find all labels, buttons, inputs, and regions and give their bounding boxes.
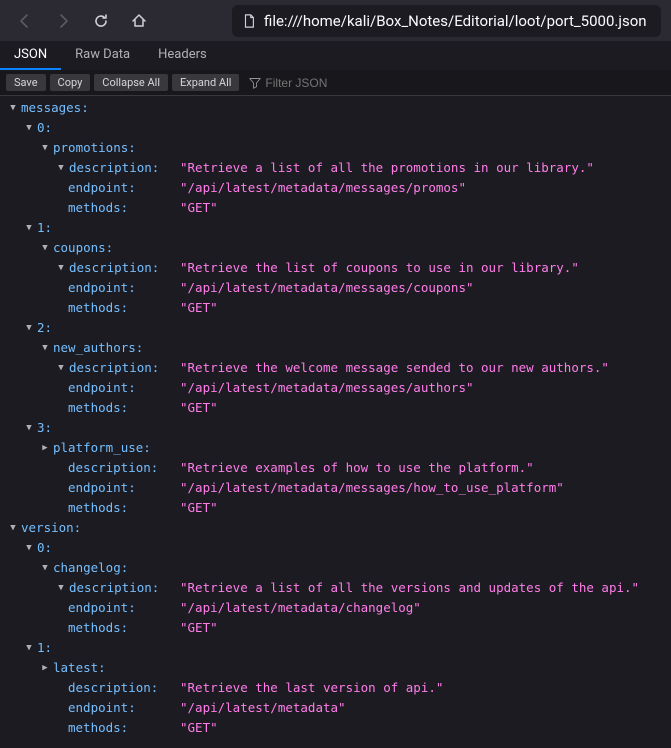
tree-node-index[interactable]: ▼2: [0,318,671,338]
json-value: "/api/latest/metadata/changelog" [168,598,421,618]
json-value: "Retrieve the welcome message sended to … [168,358,609,378]
tree-node-methods[interactable]: methods:"GET" [0,198,671,218]
tree-node-description[interactable]: ▼description:"Retrieve the welcome messa… [0,358,671,378]
tree-node-description[interactable]: description:"Retrieve the last version o… [0,678,671,698]
tab-raw-data[interactable]: Raw Data [61,41,144,70]
tree-node-description[interactable]: ▼description:"Retrieve a list of all the… [0,578,671,598]
collapse-all-button[interactable]: Collapse All [94,74,168,91]
tree-node-description[interactable]: description:"Retrieve examples of how to… [0,458,671,478]
tab-json[interactable]: JSON [0,41,61,70]
tree-node-messages[interactable]: ▼messages: [0,98,671,118]
json-value: "/api/latest/metadata/messages/coupons" [168,278,474,298]
triangle-down-icon: ▼ [24,418,34,438]
funnel-icon [249,77,261,89]
triangle-down-icon: ▼ [40,338,50,358]
json-value: "/api/latest/metadata" [168,698,346,718]
tree-node-coupons[interactable]: ▼coupons: [0,238,671,258]
viewer-tabs: JSON Raw Data Headers [0,41,671,70]
copy-button[interactable]: Copy [50,74,91,91]
triangle-down-icon: ▼ [40,138,50,158]
tree-node-endpoint[interactable]: endpoint:"/api/latest/metadata/messages/… [0,378,671,398]
tree-node-index[interactable]: ▼1: [0,638,671,658]
browser-toolbar: file:///home/kali/Box_Notes/Editorial/lo… [0,0,671,41]
tree-node-new-authors[interactable]: ▼new_authors: [0,338,671,358]
json-tree: ▼messages: ▼0: ▼promotions: ▼description… [0,96,671,748]
triangle-down-icon: ▼ [56,578,66,598]
json-value: "Retrieve the list of coupons to use in … [168,258,579,278]
json-value: "GET" [168,398,218,418]
tab-headers[interactable]: Headers [144,41,221,70]
triangle-down-icon: ▼ [56,158,66,178]
triangle-down-icon: ▼ [24,218,34,238]
tree-node-endpoint[interactable]: endpoint:"/api/latest/metadata/messages/… [0,178,671,198]
filter-input[interactable] [265,76,355,90]
tree-node-index[interactable]: ▼1: [0,218,671,238]
tree-node-version[interactable]: ▼version: [0,518,671,538]
triangle-down-icon: ▼ [24,538,34,558]
url-bar[interactable]: file:///home/kali/Box_Notes/Editorial/lo… [232,5,661,37]
triangle-down-icon: ▼ [56,358,66,378]
tree-node-promotions[interactable]: ▼promotions: [0,138,671,158]
json-value: "Retrieve examples of how to use the pla… [168,458,534,478]
tree-node-endpoint[interactable]: endpoint:"/api/latest/metadata/messages/… [0,478,671,498]
filter-wrap [243,76,361,90]
tree-node-methods[interactable]: methods:"GET" [0,618,671,638]
triangle-down-icon: ▼ [24,118,34,138]
forward-button[interactable] [48,6,78,36]
tree-node-index[interactable]: ▼0: [0,118,671,138]
tree-node-endpoint[interactable]: endpoint:"/api/latest/metadata" [0,698,671,718]
json-value: "GET" [168,298,218,318]
triangle-down-icon: ▼ [56,258,66,278]
file-icon [242,14,256,28]
url-text: file:///home/kali/Box_Notes/Editorial/lo… [264,12,647,30]
json-value: "GET" [168,498,218,518]
triangle-down-icon: ▼ [24,638,34,658]
json-value: "/api/latest/metadata/messages/authors" [168,378,474,398]
triangle-down-icon: ▼ [24,318,34,338]
tree-node-methods[interactable]: methods:"GET" [0,298,671,318]
save-button[interactable]: Save [6,74,46,91]
tree-node-index[interactable]: ▼0: [0,538,671,558]
json-value: "/api/latest/metadata/messages/promos" [168,178,466,198]
tree-node-platform-use[interactable]: ▶platform_use: [0,438,671,458]
home-button[interactable] [124,6,154,36]
json-value: "/api/latest/metadata/messages/how_to_us… [168,478,564,498]
json-value: "GET" [168,198,218,218]
expand-all-button[interactable]: Expand All [172,74,239,91]
json-value: "Retrieve a list of all the versions and… [168,578,639,598]
triangle-down-icon: ▼ [8,98,18,118]
json-value: "GET" [168,618,218,638]
json-value: "Retrieve the last version of api." [168,678,443,698]
triangle-down-icon: ▼ [40,558,50,578]
tree-node-changelog[interactable]: ▼changelog: [0,558,671,578]
json-value: "GET" [168,718,218,738]
tree-node-endpoint[interactable]: endpoint:"/api/latest/metadata/messages/… [0,278,671,298]
json-toolbar: Save Copy Collapse All Expand All [0,70,671,96]
tree-node-description[interactable]: ▼description:"Retrieve the list of coupo… [0,258,671,278]
json-value: "Retrieve a list of all the promotions i… [168,158,594,178]
tree-node-endpoint[interactable]: endpoint:"/api/latest/metadata/changelog… [0,598,671,618]
tree-node-latest[interactable]: ▶latest: [0,658,671,678]
tree-node-methods[interactable]: methods:"GET" [0,398,671,418]
tree-node-methods[interactable]: methods:"GET" [0,498,671,518]
triangle-down-icon: ▼ [40,238,50,258]
triangle-right-icon: ▶ [40,438,50,458]
triangle-right-icon: ▶ [40,658,50,678]
back-button[interactable] [10,6,40,36]
triangle-down-icon: ▼ [8,518,18,538]
tree-node-index[interactable]: ▼3: [0,418,671,438]
reload-button[interactable] [86,6,116,36]
tree-node-description[interactable]: ▼description:"Retrieve a list of all the… [0,158,671,178]
tree-node-methods[interactable]: methods:"GET" [0,718,671,738]
